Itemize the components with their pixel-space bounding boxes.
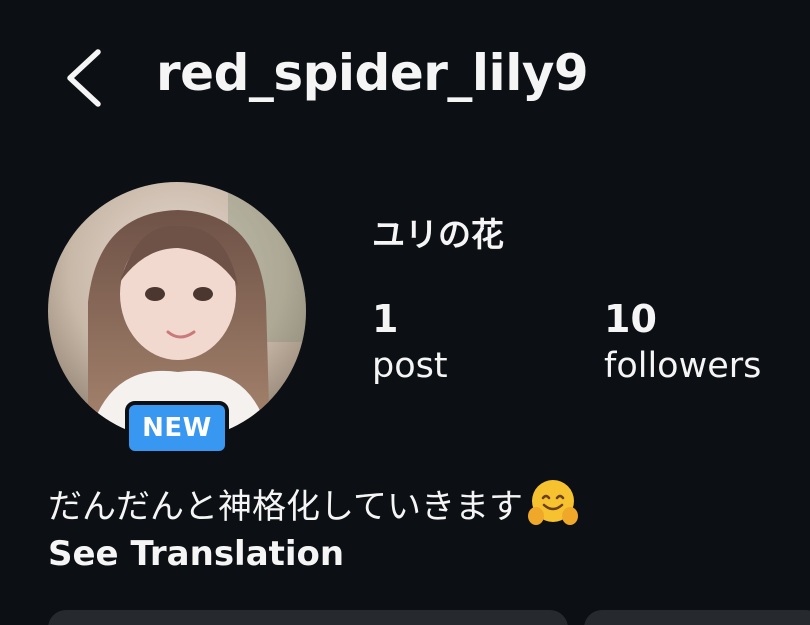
hugging-face-icon (527, 478, 579, 539)
bio: だんだんと神格化していきます (48, 478, 579, 539)
see-translation-link[interactable]: See Translation (48, 532, 344, 576)
back-button[interactable] (58, 46, 108, 110)
chevron-left-icon (67, 49, 101, 107)
followers-count: 10 (604, 297, 657, 341)
message-button[interactable] (584, 610, 810, 625)
followers-label: followers (604, 346, 762, 386)
profile-username: red_spider_lily9 (156, 44, 589, 102)
new-badge: NEW (125, 401, 229, 455)
posts-count: 1 (372, 297, 399, 341)
posts-stat[interactable]: 1 post (372, 296, 448, 390)
bio-text: だんだんと神格化していきます (48, 487, 523, 527)
profile-page: red_spider_lily9 NEW ユリの花 1 post 10 foll… (0, 0, 810, 625)
posts-label: post (372, 346, 448, 386)
follow-button[interactable] (48, 610, 568, 625)
followers-stat[interactable]: 10 followers (604, 296, 761, 390)
display-name: ユリの花 (372, 215, 504, 254)
